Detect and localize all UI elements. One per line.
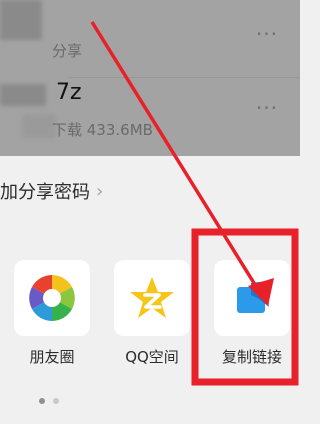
add-share-password-option[interactable]: 加分享密码 › <box>0 180 104 204</box>
file-name: 7z <box>56 80 82 105</box>
file-icon-blurred <box>22 114 56 138</box>
copy-link-icon <box>237 281 269 313</box>
share-target-label: 朋友圈 <box>29 348 75 366</box>
file-subtitle: 分享 <box>52 42 83 60</box>
file-thumbnail-blurred <box>0 84 46 106</box>
share-target-label: 复制链接 <box>221 348 282 366</box>
file-row[interactable]: 分享 ··· <box>0 0 300 78</box>
copy-link-tile[interactable] <box>214 260 290 336</box>
add-share-password-label: 加分享密码 <box>0 182 90 203</box>
share-target-copy-link[interactable]: 复制链接 <box>214 260 294 366</box>
more-options-icon[interactable]: ··· <box>256 24 278 44</box>
share-target-qzone[interactable]: QQ空间 <box>114 260 194 366</box>
moments-tile[interactable] <box>14 260 90 336</box>
share-sheet: 加分享密码 › 朋友圈 QQ空间 复制链接 <box>0 156 300 424</box>
share-target-label: QQ空间 <box>125 348 179 366</box>
qzone-tile[interactable] <box>114 260 190 336</box>
chevron-right-icon: › <box>96 180 104 202</box>
page-indicator <box>39 398 59 404</box>
file-subtitle: 下载 433.6MB <box>52 121 153 139</box>
file-thumbnail-blurred <box>0 0 42 40</box>
page-dot-active <box>39 398 45 404</box>
moments-icon <box>28 274 76 322</box>
qzone-icon <box>130 277 174 318</box>
file-row[interactable]: 7z 下载 433.6MB ··· <box>0 78 300 156</box>
more-options-icon[interactable]: ··· <box>256 98 278 118</box>
share-target-moments[interactable]: 朋友圈 <box>14 260 94 366</box>
file-list: 分享 ··· 7z 下载 433.6MB ··· <box>0 0 300 156</box>
page-dot <box>53 398 59 404</box>
